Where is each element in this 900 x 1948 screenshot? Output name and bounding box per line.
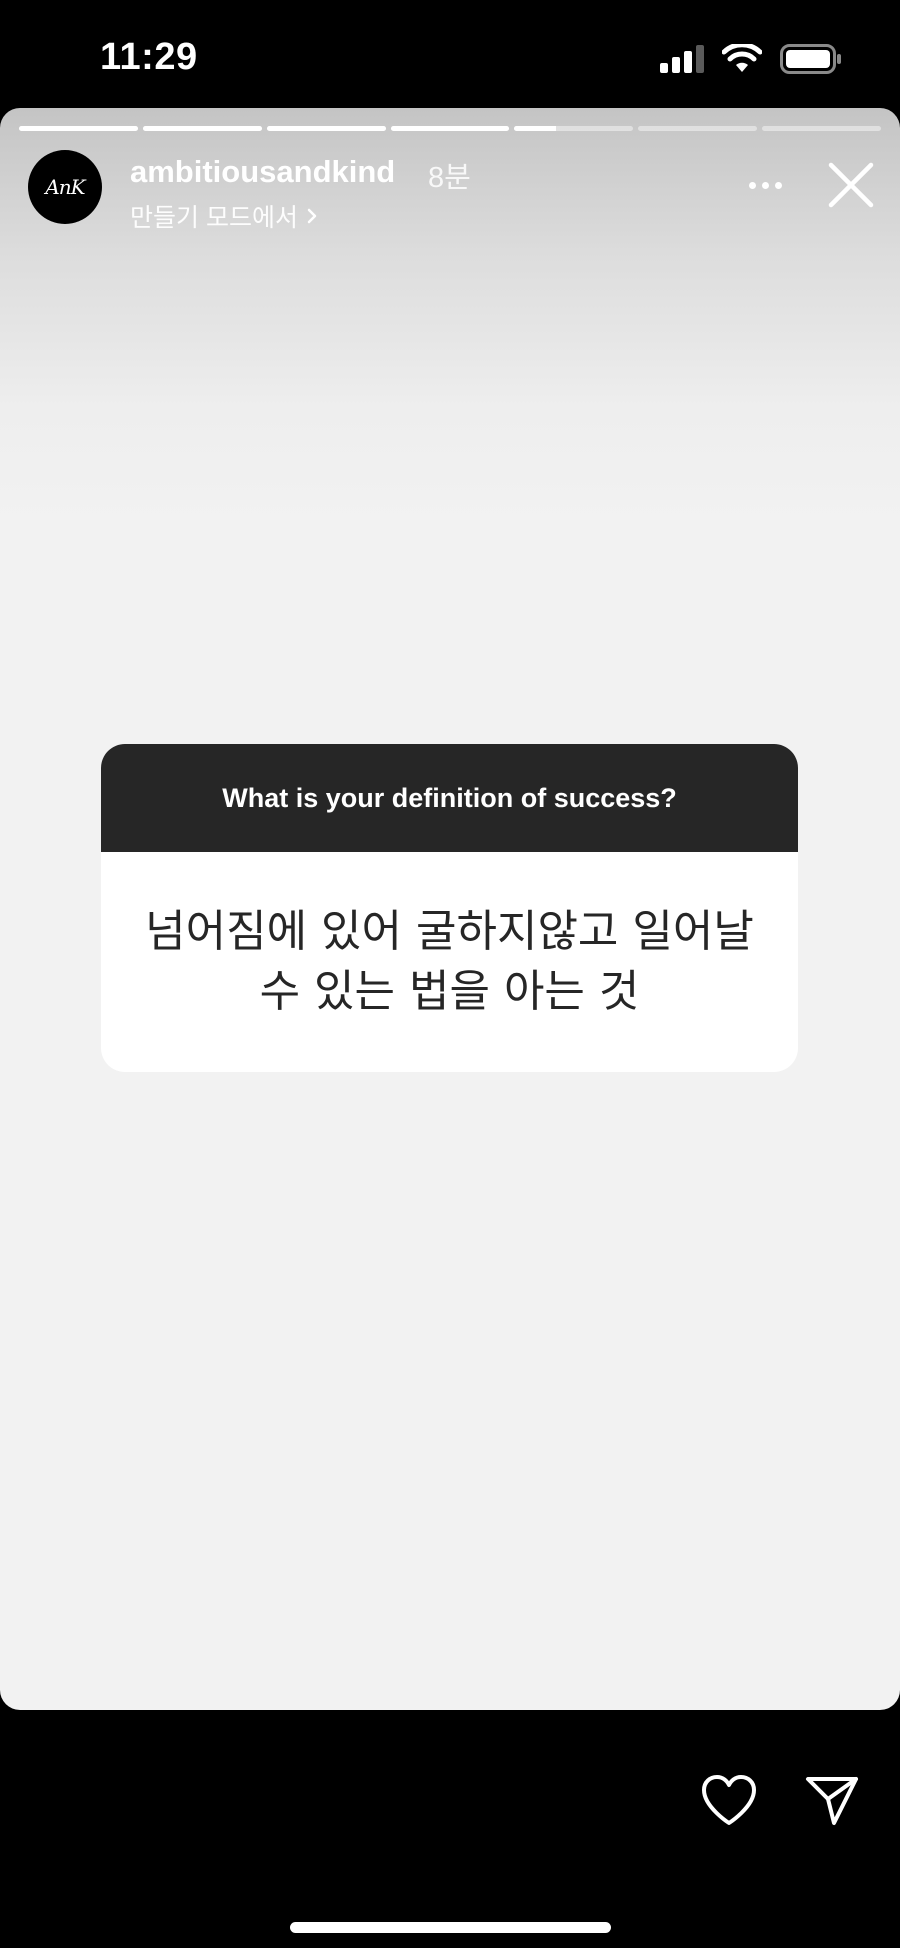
cellular-signal-icon xyxy=(660,45,704,73)
progress-segment xyxy=(19,126,138,131)
story-viewer[interactable]: AnK ambitiousandkind 8분 만들기 모드에서 What is… xyxy=(0,108,900,1710)
progress-segment xyxy=(390,126,510,131)
heart-icon[interactable] xyxy=(700,1773,758,1827)
story-bottom-bar xyxy=(0,1710,900,1948)
status-icons xyxy=(660,44,842,74)
home-indicator[interactable] xyxy=(290,1922,611,1933)
more-dot-icon xyxy=(774,181,782,189)
avatar-logo-text: AnK xyxy=(45,175,85,199)
progress-segment xyxy=(638,126,758,131)
progress-segment xyxy=(266,126,386,131)
progress-segment-fill xyxy=(514,126,557,131)
progress-segment-fill xyxy=(390,126,510,131)
create-mode-link[interactable]: 만들기 모드에서 xyxy=(130,198,318,234)
create-mode-label: 만들기 모드에서 xyxy=(130,204,298,232)
story-progress-bar xyxy=(19,126,882,131)
progress-segment-fill xyxy=(142,126,262,131)
sticker-question: What is your definition of success? xyxy=(101,744,798,852)
wifi-icon xyxy=(722,44,762,72)
progress-segment-fill xyxy=(19,126,138,131)
close-icon[interactable] xyxy=(826,160,876,210)
story-header: AnK ambitiousandkind 8분 만들기 모드에서 xyxy=(28,150,874,232)
progress-segment xyxy=(514,126,634,131)
more-dot-icon xyxy=(748,181,756,189)
progress-segment-fill xyxy=(266,126,386,131)
time-ago: 8분 xyxy=(428,162,471,194)
status-bar: 11:29 xyxy=(0,0,900,110)
status-time: 11:29 xyxy=(100,36,198,78)
progress-segment xyxy=(762,126,882,131)
question-sticker[interactable]: What is your definition of success? 넘어짐에… xyxy=(101,744,798,1072)
send-icon[interactable] xyxy=(804,1773,860,1827)
sticker-answer: 넘어짐에 있어 굴하지않고 일어날 수 있는 법을 아는 것 xyxy=(145,906,754,1017)
chevron-right-icon xyxy=(307,208,317,224)
more-options-button[interactable] xyxy=(740,170,790,200)
more-dot-icon xyxy=(761,181,769,189)
progress-segment xyxy=(142,126,262,131)
battery-icon xyxy=(780,44,841,74)
avatar[interactable]: AnK xyxy=(28,150,102,224)
username[interactable]: ambitiousandkind xyxy=(130,154,395,190)
